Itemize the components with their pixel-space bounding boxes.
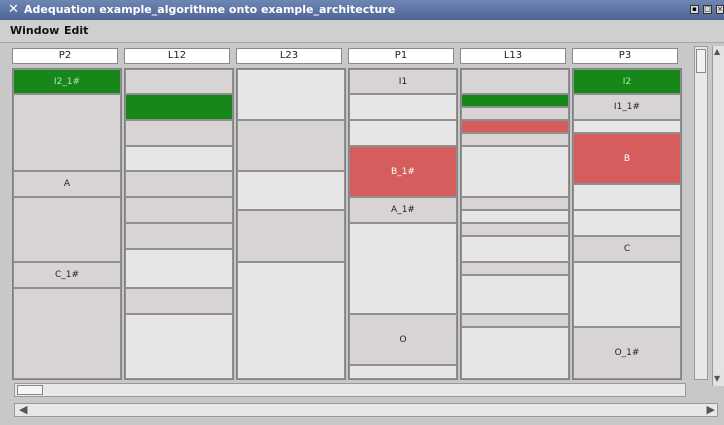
lane-p3: I2 I1_1# B C O_1#: [572, 68, 682, 380]
schedule-block[interactable]: [349, 223, 457, 314]
schedule-block[interactable]: [13, 288, 121, 379]
schedule-block[interactable]: [125, 197, 233, 223]
vertical-scroll-thumb[interactable]: [696, 49, 706, 73]
operation-block-i1-1[interactable]: I1_1#: [573, 94, 681, 120]
schedule-block[interactable]: [125, 249, 233, 288]
schedule-block[interactable]: [461, 327, 569, 379]
schedule-block[interactable]: [461, 314, 569, 327]
lane-header-p2: P2: [12, 48, 118, 64]
lane-p2: I2_1# A C_1#: [12, 68, 122, 380]
schedule-block[interactable]: [125, 223, 233, 249]
schedule-block[interactable]: [125, 94, 233, 120]
operation-block-c[interactable]: C: [573, 236, 681, 262]
schedule-block[interactable]: [237, 210, 345, 262]
adequation-gantt-view: P2 I2_1# A C_1# L12 L23 P1 I1 B_1# A_1# O L13 P3 I2 I1…: [10, 44, 690, 380]
close-button[interactable]: ×: [716, 5, 724, 14]
operation-block-a[interactable]: A: [13, 171, 121, 197]
schedule-block[interactable]: [349, 365, 457, 379]
schedule-block[interactable]: [461, 262, 569, 275]
menubar: Window Edit: [0, 20, 724, 43]
schedule-block[interactable]: [573, 184, 681, 210]
schedule-block[interactable]: [461, 210, 569, 223]
vertical-scrollbar[interactable]: [694, 46, 708, 380]
operation-block-i2-1[interactable]: I2_1#: [13, 69, 121, 94]
maximize-button[interactable]: □: [703, 5, 712, 14]
window-title: Adequation example_algorithme onto examp…: [24, 3, 396, 16]
schedule-block[interactable]: [461, 133, 569, 146]
menu-window[interactable]: Window: [10, 24, 59, 37]
outer-horizontal-scrollbar[interactable]: ◀ ▶: [14, 403, 718, 417]
operation-block-a-1[interactable]: A_1#: [349, 197, 457, 223]
schedule-block[interactable]: [237, 171, 345, 210]
scroll-left-arrow-icon[interactable]: ◀: [19, 403, 27, 416]
schedule-block[interactable]: [573, 120, 681, 133]
schedule-block[interactable]: [125, 69, 233, 94]
schedule-block[interactable]: [125, 314, 233, 379]
lane-header-l12: L12: [124, 48, 230, 64]
operation-block-b[interactable]: B: [573, 133, 681, 184]
schedule-block[interactable]: [573, 262, 681, 327]
menu-edit[interactable]: Edit: [64, 24, 88, 37]
lane-header-p3: P3: [572, 48, 678, 64]
operation-block-c-1[interactable]: C_1#: [13, 262, 121, 288]
schedule-block[interactable]: [237, 120, 345, 171]
lane-l12: [124, 68, 234, 380]
schedule-block[interactable]: [461, 223, 569, 236]
iconify-button[interactable]: ▪: [690, 5, 699, 14]
schedule-block[interactable]: [125, 171, 233, 197]
outer-vertical-scrollbar[interactable]: ▲ ▼: [712, 46, 724, 386]
schedule-block[interactable]: [237, 69, 345, 120]
horizontal-scroll-thumb[interactable]: [17, 385, 43, 395]
schedule-block[interactable]: [349, 94, 457, 120]
lane-l23: [236, 68, 346, 380]
schedule-block[interactable]: [461, 236, 569, 262]
operation-block-b-1[interactable]: B_1#: [349, 146, 457, 197]
schedule-block[interactable]: [573, 210, 681, 236]
lane-p1: I1 B_1# A_1# O: [348, 68, 458, 380]
lane-header-l13: L13: [460, 48, 566, 64]
window-titlebar: ✕ Adequation example_algorithme onto exa…: [0, 0, 724, 20]
x11-logo-icon: ✕: [8, 2, 19, 17]
horizontal-scrollbar[interactable]: [14, 383, 686, 397]
schedule-block[interactable]: [125, 288, 233, 314]
schedule-block[interactable]: [125, 120, 233, 146]
schedule-block[interactable]: [461, 275, 569, 314]
lane-header-p1: P1: [348, 48, 454, 64]
scroll-up-arrow-icon[interactable]: ▲: [714, 47, 720, 56]
operation-block-i2[interactable]: I2: [573, 69, 681, 94]
scroll-right-arrow-icon[interactable]: ▶: [707, 403, 715, 416]
schedule-block[interactable]: [461, 146, 569, 197]
schedule-block[interactable]: [13, 94, 121, 171]
schedule-block[interactable]: [237, 262, 345, 379]
schedule-block[interactable]: [461, 69, 569, 94]
operation-block-o-1[interactable]: O_1#: [573, 327, 681, 379]
schedule-block[interactable]: [13, 197, 121, 262]
schedule-block[interactable]: [125, 146, 233, 171]
scroll-down-arrow-icon[interactable]: ▼: [714, 374, 720, 383]
schedule-block[interactable]: [461, 94, 569, 107]
schedule-block[interactable]: [349, 120, 457, 146]
schedule-block[interactable]: [461, 107, 569, 120]
operation-block-i1[interactable]: I1: [349, 69, 457, 94]
schedule-block[interactable]: [461, 197, 569, 210]
schedule-block[interactable]: [461, 120, 569, 133]
operation-block-o[interactable]: O: [349, 314, 457, 365]
lane-header-l23: L23: [236, 48, 342, 64]
lane-l13: [460, 68, 570, 380]
